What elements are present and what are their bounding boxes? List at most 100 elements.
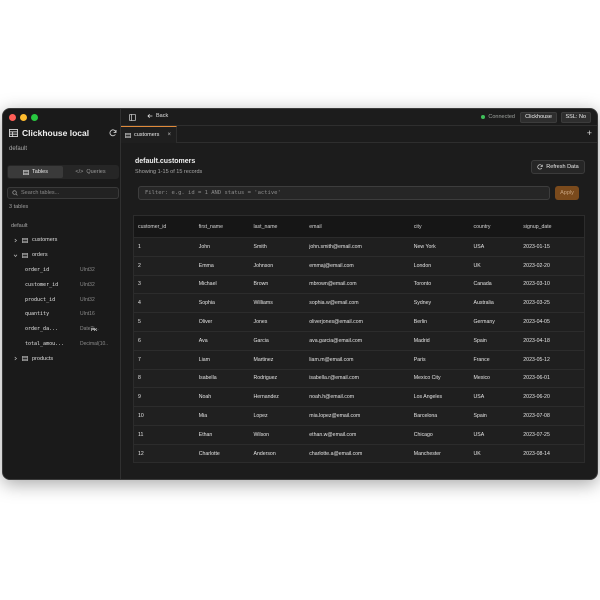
table-cell: 2023-04-05	[523, 319, 550, 326]
host-badge: Clickhouse	[520, 111, 557, 123]
table-icon	[125, 132, 131, 138]
column-header[interactable]: city	[410, 224, 470, 230]
search-input[interactable]	[21, 190, 111, 196]
chevron-down-icon	[13, 254, 18, 257]
column-item[interactable]: product_id UInt32	[3, 292, 121, 307]
column-header[interactable]: email	[305, 224, 410, 230]
table-cell: isabella.r@email.com	[309, 375, 359, 382]
sidebar-item-orders[interactable]: orders	[3, 248, 121, 263]
table-cell: Madrid	[413, 337, 430, 344]
refresh-data-button[interactable]: Refresh Data	[531, 160, 585, 174]
column-type: UInt32	[80, 266, 95, 273]
table-cell: UK	[473, 262, 481, 269]
column-header[interactable]: signup_date	[519, 224, 584, 230]
table-cell: sophia.w@email.com	[309, 300, 359, 307]
page-title: default.customers	[135, 158, 196, 165]
arrow-left-icon	[147, 113, 153, 119]
table-cell: john.smith@email.com	[309, 243, 362, 250]
tab-tables-label: Tables	[32, 169, 48, 175]
table-row[interactable]: 1 John Smith john.smith@email.com New York US…	[134, 238, 584, 257]
table-cell: 11	[138, 431, 144, 438]
sidebar-item-products[interactable]: products	[3, 351, 121, 366]
tab-queries-label: Queries	[86, 169, 106, 175]
table-row[interactable]: 10 Mia Lopez mia.lopez@email.com Barcelona Sp…	[134, 407, 584, 426]
minimize-window-button[interactable]	[20, 114, 27, 121]
sidebar-toggle-icon[interactable]	[129, 114, 136, 121]
filter-input[interactable]	[145, 190, 545, 196]
table-cell: emmaj@email.com	[309, 262, 354, 269]
column-item[interactable]: total_amou... Decimal(10...	[3, 337, 121, 352]
table-cell: 9	[138, 394, 141, 401]
column-header[interactable]: last_name	[250, 224, 306, 230]
table-cell: Chicago	[413, 431, 433, 438]
column-item[interactable]: order_da... DateTi... PK	[3, 322, 121, 337]
table-row[interactable]: 2 Emma Johnson emmaj@email.com London UK 2023-…	[134, 256, 584, 276]
column-type: UInt32	[80, 296, 95, 303]
table-cell: Canada	[473, 281, 492, 288]
column-name: quantity	[25, 311, 50, 318]
column-item[interactable]: quantity UInt16	[3, 307, 121, 322]
table-row[interactable]: 9 Noah Hernandez noah.h@email.com Los Angele…	[134, 388, 584, 408]
table-cell: Liam	[198, 356, 210, 363]
table-search	[7, 187, 119, 199]
table-row[interactable]: 8 Isabella Rodriguez isabella.r@email.com Me…	[134, 369, 584, 389]
table-cell: Lopez	[253, 413, 268, 420]
table-cell: 2023-07-08	[523, 413, 550, 420]
table-cell: Germany	[473, 319, 495, 326]
primary-key-badge: PK	[91, 326, 98, 332]
column-header[interactable]: first_name	[195, 224, 250, 230]
table-cell: Charlotte	[198, 450, 220, 457]
close-window-button[interactable]	[9, 114, 16, 121]
ssl-badge: SSL: No	[560, 111, 591, 123]
table-cell: 7	[138, 356, 141, 363]
table-row[interactable]: 4 Sophia Williams sophia.w@email.com Sydney A…	[134, 294, 584, 314]
sidebar-item-customers[interactable]: customers	[3, 233, 121, 248]
table-cell: Noah	[198, 394, 212, 401]
tab-tables[interactable]: Tables	[8, 166, 63, 178]
top-bar: Back Connected Clickhouse SSL: No	[121, 109, 597, 126]
new-tab-button[interactable]: +	[587, 129, 592, 138]
table-cell: 5	[138, 319, 141, 326]
table-cell: John	[198, 243, 210, 250]
table-cell: 10	[138, 413, 144, 420]
table-cell: Sophia	[198, 300, 215, 307]
table-row[interactable]: 3 Michael Brown mbrown@email.com Toronto Cana…	[134, 276, 584, 295]
table-row[interactable]: 7 Liam Martinez liam.m@email.com Paris France…	[134, 351, 584, 370]
table-cell: USA	[473, 394, 485, 401]
table-name: products	[32, 355, 54, 362]
table-cell: Oliver	[198, 319, 213, 326]
table-row[interactable]: 6 Ava Garcia ava.garcia@email.com Madrid Spai…	[134, 331, 584, 351]
column-header[interactable]: country	[470, 224, 520, 230]
column-item[interactable]: order_id UInt32	[3, 263, 121, 278]
table-count: 3 tables	[9, 204, 29, 210]
column-type: UInt16	[80, 311, 95, 318]
connection-header: Clickhouse local	[9, 128, 117, 138]
table-body: 1 John Smith john.smith@email.com New York US…	[134, 238, 584, 462]
table-cell: Martinez	[253, 356, 274, 363]
tab-label: customers	[134, 132, 160, 138]
table-row[interactable]: 12 Charlotte Anderson charlotte.a@email.com…	[134, 444, 584, 462]
table-cell: Toronto	[413, 281, 432, 288]
table-cell: Mia	[198, 413, 208, 420]
tab-customers[interactable]: customers ×	[121, 126, 177, 143]
table-cell: 2023-06-01	[523, 375, 550, 382]
search-icon	[12, 190, 18, 196]
back-button[interactable]: Back	[147, 113, 168, 119]
refresh-icon[interactable]	[109, 129, 117, 137]
table-cell: Spain	[473, 337, 487, 344]
tab-queries[interactable]: </> Queries	[63, 166, 118, 178]
record-count: Showing 1-15 of 15 records	[135, 169, 203, 175]
table-row[interactable]: 11 Ethan Wilson ethan.w@email.com Chicago USA…	[134, 426, 584, 445]
table-cell: mia.lopez@email.com	[309, 413, 361, 420]
status-text: Connected	[488, 114, 515, 120]
chevron-right-icon	[14, 357, 17, 361]
maximize-window-button[interactable]	[31, 114, 38, 121]
column-header[interactable]: customer_id	[134, 224, 195, 230]
column-name: customer_id	[25, 281, 59, 288]
table-cell: 2023-02-20	[523, 262, 550, 269]
close-tab-button[interactable]: ×	[167, 132, 171, 138]
table-cell: 8	[138, 375, 141, 382]
apply-button[interactable]: Apply	[555, 186, 579, 200]
column-item[interactable]: customer_id UInt32	[3, 277, 121, 292]
table-row[interactable]: 5 Oliver Jones oliverjones@email.com Berlin G…	[134, 313, 584, 332]
